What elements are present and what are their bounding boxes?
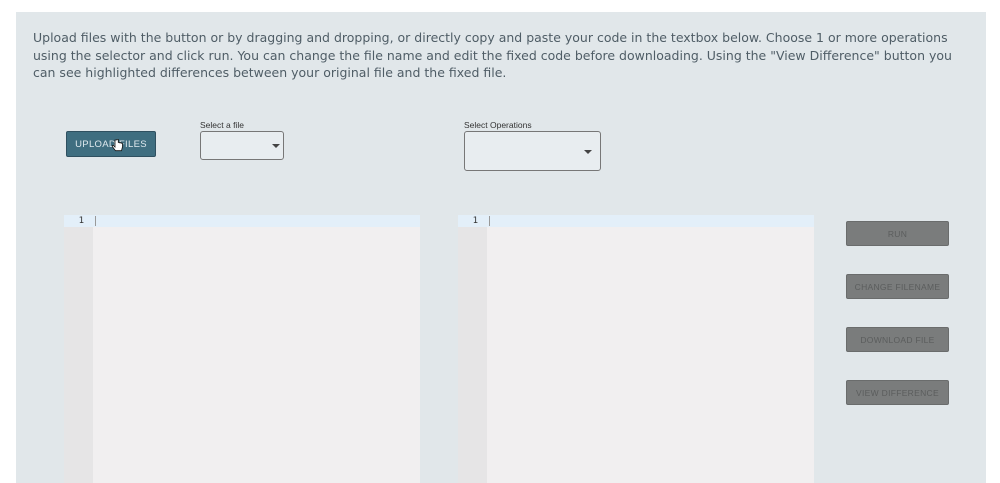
file-select[interactable] [200,131,284,160]
line-number: 1 [78,216,84,226]
run-button[interactable]: RUN [846,221,949,246]
hand-pointer-icon [112,139,123,152]
text-cursor [95,216,96,226]
change-filename-button[interactable]: CHANGE FILENAME [846,274,949,299]
active-line-highlight [458,215,814,227]
editor-gutter [458,215,487,483]
download-file-button[interactable]: DOWNLOAD FILE [846,327,949,352]
caret-down-icon [584,150,592,154]
operations-select[interactable] [464,131,601,171]
line-number: 1 [472,216,478,226]
editor-gutter [64,215,93,483]
caret-down-icon [272,144,280,148]
output-code-editor[interactable]: 1 [458,215,814,483]
instructions-text: Upload files with the button or by dragg… [33,30,952,80]
file-select-label: Select a file [200,120,244,130]
main-panel: Upload files with the button or by dragg… [16,12,986,483]
upload-files-button[interactable]: UPLOAD FILES [66,131,156,157]
text-cursor [489,216,490,226]
view-difference-button[interactable]: VIEW DIFFERENCE [846,380,949,405]
input-code-editor[interactable]: 1 [64,215,420,483]
active-line-highlight [64,215,420,227]
operations-select-label: Select Operations [464,120,532,130]
